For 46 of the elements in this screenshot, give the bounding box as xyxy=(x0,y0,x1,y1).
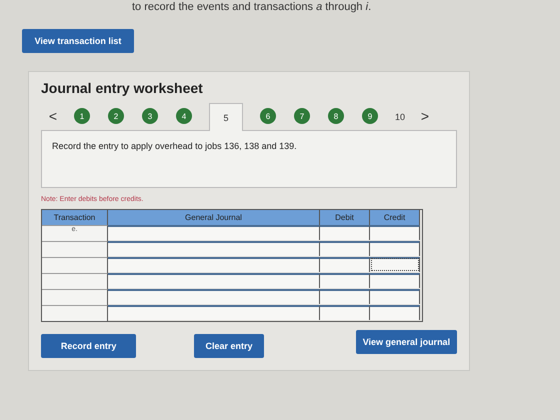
entry-field[interactable] xyxy=(370,225,420,240)
entry-field[interactable] xyxy=(320,289,370,304)
step-tab[interactable]: 10 xyxy=(395,112,406,122)
worksheet-title: Journal entry worksheet xyxy=(41,80,204,96)
column-header: Credit xyxy=(370,210,420,225)
entry-field[interactable] xyxy=(320,305,370,320)
entry-field[interactable] xyxy=(370,241,420,256)
step-tab[interactable]: 8 xyxy=(328,108,344,124)
column-header: Debit xyxy=(320,210,370,225)
instruction-text: to record the events and transactions a through i. xyxy=(132,0,372,13)
entry-field[interactable] xyxy=(108,289,320,304)
transaction-cell xyxy=(42,241,108,257)
action-button[interactable]: View general journal xyxy=(356,330,457,354)
entry-field[interactable] xyxy=(108,257,320,272)
entry-field[interactable] xyxy=(370,289,420,304)
entry-field[interactable] xyxy=(370,273,420,288)
step-tab[interactable]: 3 xyxy=(142,108,158,124)
entry-field[interactable] xyxy=(370,257,420,272)
prompt-text: Record the entry to apply overhead to jobs 136, 138 and 139. xyxy=(41,130,457,188)
transaction-cell xyxy=(42,273,108,289)
entry-field[interactable] xyxy=(108,241,320,256)
entry-field[interactable] xyxy=(320,257,370,272)
next-button[interactable]: > xyxy=(413,108,438,130)
transaction-cell xyxy=(42,289,108,305)
action-button[interactable]: Clear entry xyxy=(194,334,264,358)
previous-button[interactable]: < xyxy=(41,108,65,130)
entry-field[interactable] xyxy=(370,305,420,320)
entry-field[interactable] xyxy=(108,273,320,288)
step-tab[interactable]: 1 xyxy=(74,108,90,124)
step-tab[interactable]: 7 xyxy=(294,108,310,124)
entry-field[interactable] xyxy=(108,305,320,320)
transaction-cell xyxy=(42,305,108,321)
step-tab[interactable]: 9 xyxy=(362,108,378,124)
step-tab[interactable]: 2 xyxy=(108,108,124,124)
column-header: General Journal xyxy=(108,210,320,225)
entry-field[interactable] xyxy=(320,241,370,256)
column-header: Transaction xyxy=(42,210,108,225)
entry-field[interactable] xyxy=(108,225,320,240)
entry-field[interactable] xyxy=(320,273,370,288)
step-tab[interactable]: 6 xyxy=(260,108,276,124)
action-button[interactable]: Record entry xyxy=(41,334,136,358)
view-transaction-list-button[interactable]: View transaction list xyxy=(22,29,134,53)
step-tab[interactable]: 4 xyxy=(176,108,192,124)
transaction-cell xyxy=(42,257,108,273)
entry-field[interactable] xyxy=(320,225,370,240)
step-tab[interactable]: 5 xyxy=(209,103,243,131)
